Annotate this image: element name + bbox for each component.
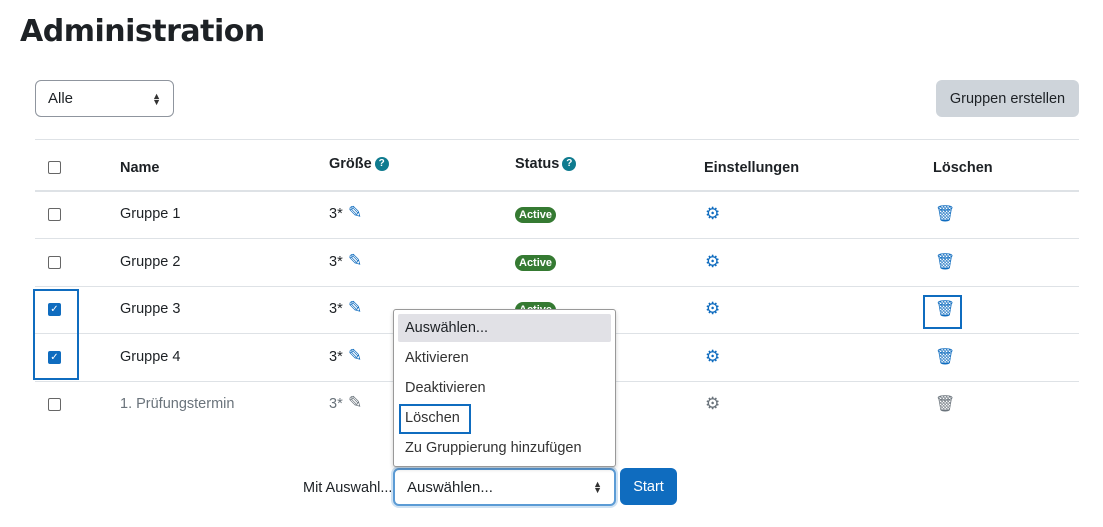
option-select[interactable]: Auswählen... bbox=[398, 314, 611, 342]
divider bbox=[35, 190, 1079, 192]
select-all-checkbox[interactable] bbox=[48, 161, 61, 174]
row-checkbox[interactable] bbox=[48, 208, 61, 221]
group-name[interactable]: Gruppe 2 bbox=[120, 254, 180, 270]
sort-caret-icon: ▲ ▼ bbox=[152, 90, 161, 107]
col-settings: Einstellungen bbox=[704, 160, 800, 176]
col-name: Name bbox=[120, 160, 160, 176]
col-status: Status? bbox=[515, 156, 577, 172]
row-divider bbox=[35, 285, 1079, 287]
help-icon[interactable]: ? bbox=[562, 157, 577, 172]
group-size: 3* bbox=[329, 301, 343, 318]
divider bbox=[35, 139, 1079, 140]
gear-icon[interactable]: ⚙ bbox=[705, 252, 720, 272]
help-icon[interactable]: ? bbox=[374, 157, 389, 172]
group-name[interactable]: 1. Prüfungstermin bbox=[120, 396, 234, 412]
col-status-label: Status bbox=[515, 156, 560, 172]
bulk-action-dropdown: Auswählen... Aktivieren Deaktivieren Lös… bbox=[393, 309, 616, 467]
option-deactivate[interactable]: Deaktivieren bbox=[398, 374, 611, 402]
bulk-action-select[interactable]: Auswählen... ▲ ▼ bbox=[393, 468, 616, 506]
group-name[interactable]: Gruppe 4 bbox=[120, 349, 180, 365]
gear-icon[interactable]: ⚙ bbox=[705, 347, 720, 367]
delete-highlight bbox=[923, 295, 962, 329]
pencil-icon[interactable]: ✎ bbox=[348, 298, 362, 318]
option-activate[interactable]: Aktivieren bbox=[398, 344, 611, 372]
row-checkbox[interactable] bbox=[48, 255, 61, 269]
row-divider bbox=[35, 238, 1079, 239]
trash-icon[interactable]: 🗑 bbox=[935, 252, 955, 272]
bulk-select-value: Auswählen... bbox=[407, 478, 493, 496]
gear-icon[interactable]: ⚙ bbox=[705, 394, 720, 414]
status-badge: Active bbox=[515, 254, 557, 271]
sort-caret-icon: ▲ ▼ bbox=[593, 479, 602, 495]
gear-icon[interactable]: ⚙ bbox=[705, 204, 720, 224]
page-title: Administration bbox=[20, 14, 265, 49]
group-size: 3* bbox=[329, 253, 343, 270]
checkbox-highlight bbox=[33, 289, 79, 380]
pencil-icon[interactable]: ✎ bbox=[348, 251, 362, 271]
trash-icon[interactable]: 🗑 bbox=[935, 204, 955, 224]
option-delete-highlight bbox=[399, 404, 471, 434]
filter-select[interactable]: Alle ▲ ▼ bbox=[35, 80, 174, 117]
row-checkbox[interactable] bbox=[48, 398, 61, 412]
pencil-icon[interactable]: ✎ bbox=[348, 346, 362, 366]
pencil-icon[interactable]: ✎ bbox=[348, 393, 362, 413]
group-size: 3* bbox=[329, 396, 343, 413]
trash-icon[interactable]: 🗑 bbox=[935, 394, 955, 414]
group-name[interactable]: Gruppe 3 bbox=[120, 301, 180, 317]
gear-icon[interactable]: ⚙ bbox=[705, 299, 720, 319]
bulk-label: Mit Auswahl... bbox=[303, 480, 393, 496]
group-size: 3* bbox=[329, 206, 343, 222]
col-size-label: Größe bbox=[329, 156, 372, 172]
group-size: 3* bbox=[329, 348, 343, 365]
col-delete: Löschen bbox=[933, 160, 993, 176]
group-name[interactable]: Gruppe 1 bbox=[120, 206, 180, 222]
trash-icon[interactable]: 🗑 bbox=[935, 347, 955, 367]
start-button[interactable]: Start bbox=[620, 468, 677, 505]
pencil-icon[interactable]: ✎ bbox=[348, 203, 362, 223]
status-badge: Active bbox=[515, 207, 557, 223]
create-groups-button[interactable]: Gruppen erstellen bbox=[936, 80, 1079, 117]
col-size: Größe? bbox=[329, 156, 389, 172]
option-add-to-grouping[interactable]: Zu Gruppierung hinzufügen bbox=[398, 434, 611, 462]
filter-value: Alle bbox=[48, 90, 74, 107]
